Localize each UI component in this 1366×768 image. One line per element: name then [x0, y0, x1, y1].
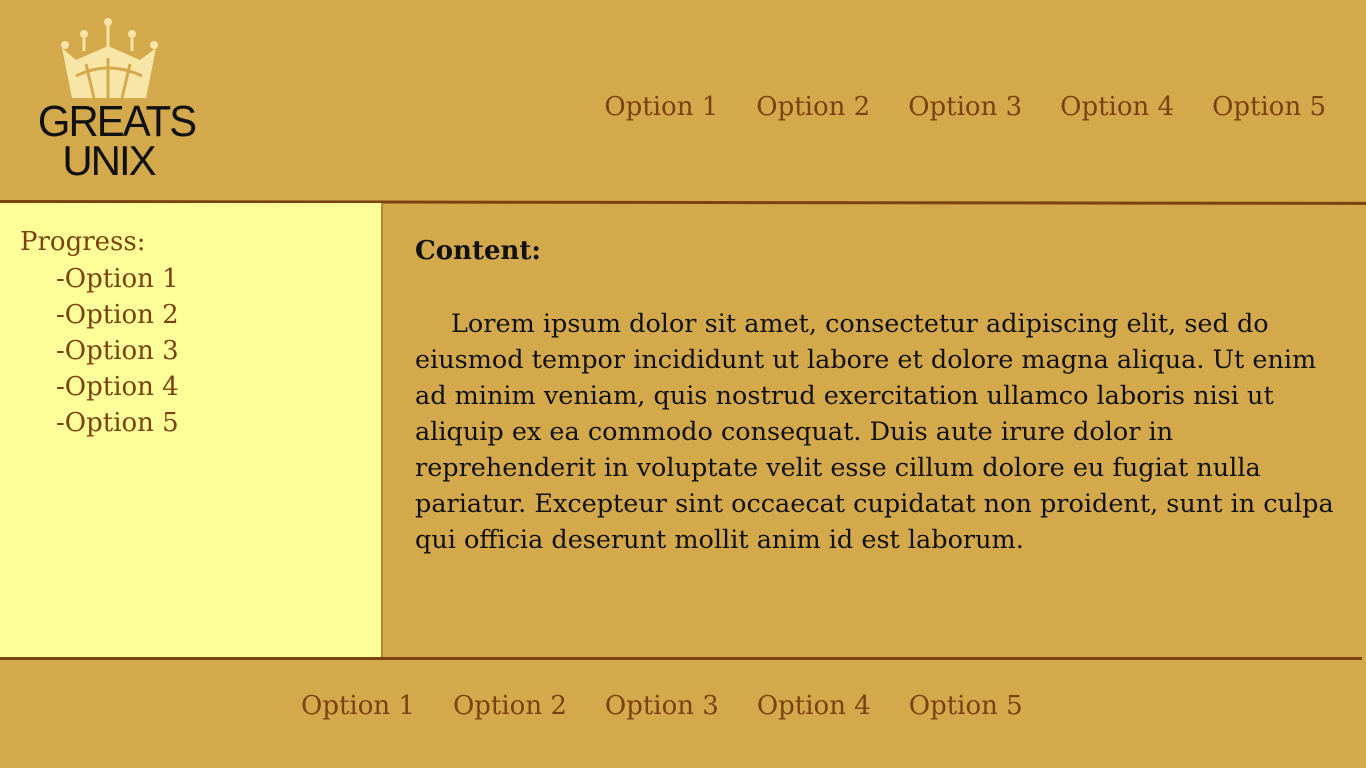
footer-divider: [0, 657, 1362, 660]
top-nav-option-5[interactable]: Option 5: [1212, 92, 1326, 122]
footer-nav-option-3[interactable]: Option 3: [605, 691, 719, 721]
sidebar-title: Progress:: [20, 227, 146, 257]
progress-item-option-2[interactable]: -Option 2: [56, 297, 179, 333]
content-area: Content: Lorem ipsum dolor sit amet, con…: [415, 236, 1335, 584]
content-title: Content:: [415, 236, 542, 266]
progress-item-option-1[interactable]: -Option 1: [56, 261, 179, 297]
progress-item-option-4[interactable]: -Option 4: [56, 369, 179, 405]
footer-nav-option-2[interactable]: Option 2: [453, 691, 567, 721]
top-nav-option-3[interactable]: Option 3: [908, 92, 1022, 122]
logo[interactable]: GREATS UNIX: [34, 16, 197, 184]
progress-list: -Option 1 -Option 2 -Option 3 -Option 4 …: [56, 261, 179, 441]
footer-nav-option-1[interactable]: Option 1: [301, 691, 415, 721]
footer-nav-option-4[interactable]: Option 4: [757, 691, 871, 721]
progress-sidebar: Progress: -Option 1 -Option 2 -Option 3 …: [0, 203, 383, 657]
top-nav: Option 1 Option 2 Option 3 Option 4 Opti…: [604, 92, 1326, 122]
footer-nav: Option 1 Option 2 Option 3 Option 4 Opti…: [301, 691, 1023, 721]
top-nav-option-1[interactable]: Option 1: [604, 92, 718, 122]
logo-text-line2: UNIX: [62, 137, 156, 184]
top-nav-option-2[interactable]: Option 2: [756, 92, 870, 122]
progress-item-option-5[interactable]: -Option 5: [56, 405, 179, 441]
header: GREATS UNIX Option 1 Option 2 Option 3 O…: [0, 0, 1366, 201]
crown-icon: [61, 18, 158, 99]
top-nav-option-4[interactable]: Option 4: [1060, 92, 1174, 122]
footer-nav-option-5[interactable]: Option 5: [909, 691, 1023, 721]
content-body: Lorem ipsum dolor sit amet, consectetur …: [415, 309, 1334, 555]
progress-item-option-3[interactable]: -Option 3: [56, 333, 179, 369]
page: GREATS UNIX Option 1 Option 2 Option 3 O…: [0, 0, 1366, 768]
